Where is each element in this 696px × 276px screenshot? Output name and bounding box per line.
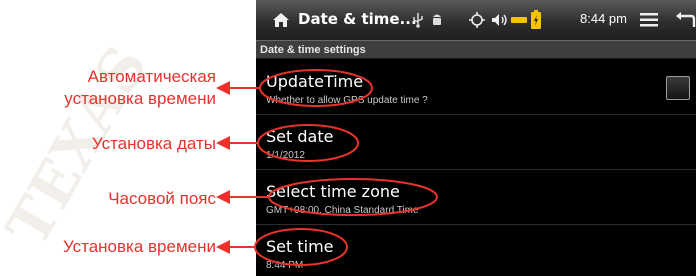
home-icon[interactable] (272, 12, 290, 28)
set-time-summary: 8:44 PM (266, 260, 304, 271)
set-date-summary: 1/1/2012 (266, 150, 305, 161)
android-debug-icon (433, 14, 441, 25)
annotation-time-zone: Часовой пояс (108, 189, 216, 208)
status-time: 8:44 pm (580, 11, 627, 26)
update-time-item[interactable]: UpdateTime Whether to allow GPS update t… (256, 60, 696, 115)
volume-icon (492, 14, 507, 26)
annotation-auto-time-line2: установка времени (64, 89, 216, 108)
annotation-auto-time-line1: Автоматическая (87, 67, 216, 86)
gps-icon (469, 12, 485, 28)
annotation-set-date: Установка даты (91, 134, 216, 153)
set-date-title: Set date (266, 127, 334, 146)
annotation-set-time: Установка времени (62, 237, 216, 256)
usb-icon (413, 13, 423, 28)
device-screen: Date & time... 8:44 pm Date & time setti… (256, 0, 696, 276)
set-date-item[interactable]: Set date 1/1/2012 (256, 115, 696, 170)
annotation-auto-time: Автоматическая установка времени (64, 66, 216, 110)
battery-bar-icon (511, 17, 527, 23)
app-title: Date & time... (298, 10, 417, 28)
select-time-zone-item[interactable]: Select time zone GMT+08:00, China Standa… (256, 170, 696, 225)
status-bar: Date & time... 8:44 pm (256, 0, 696, 40)
time-zone-summary: GMT+08:00, China Standard Time (266, 205, 419, 216)
battery-icon (531, 10, 541, 29)
update-time-checkbox[interactable] (666, 76, 690, 100)
settings-header: Date & time settings (256, 40, 696, 59)
update-time-summary: Whether to allow GPS update time ? (266, 95, 428, 106)
set-time-title: Set time (266, 237, 334, 256)
back-icon[interactable] (674, 11, 696, 29)
update-time-title: UpdateTime (266, 72, 364, 91)
menu-icon[interactable] (640, 13, 658, 27)
set-time-item[interactable]: Set time 8:44 PM (256, 225, 696, 276)
time-zone-title: Select time zone (266, 182, 400, 201)
